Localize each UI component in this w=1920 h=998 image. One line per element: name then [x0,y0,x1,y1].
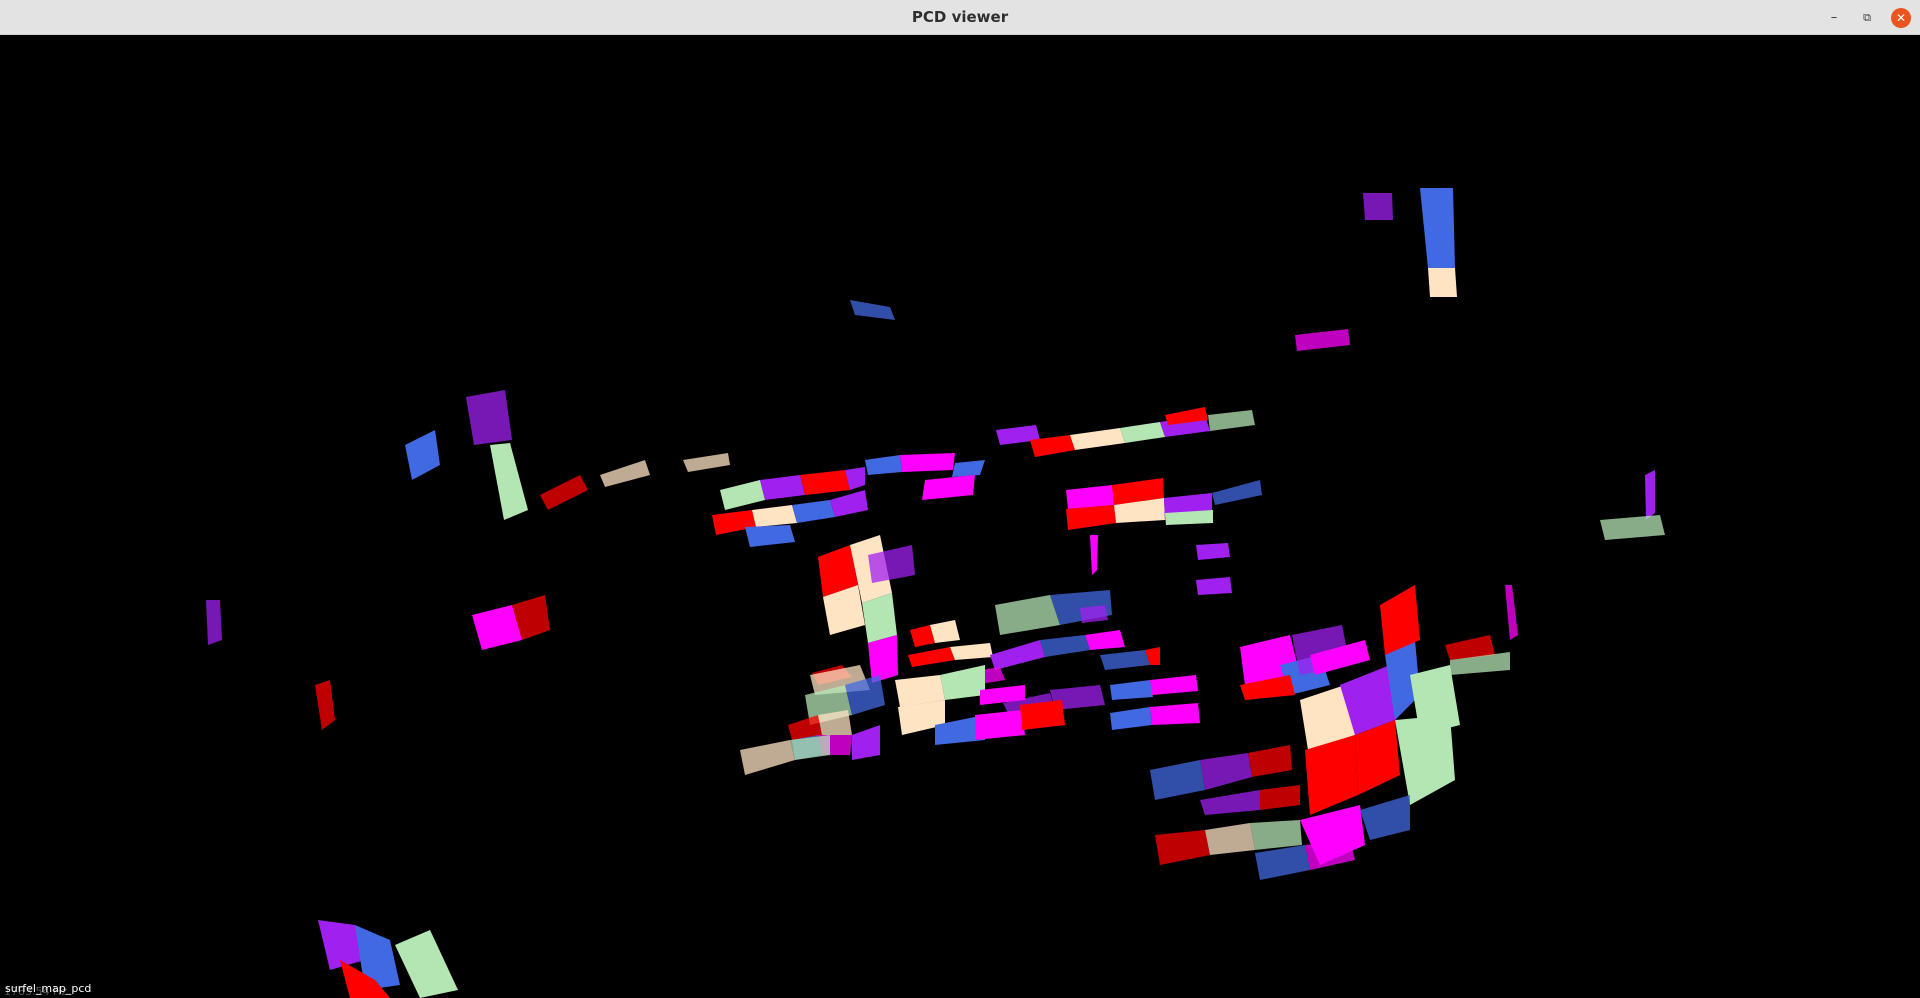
surfel-patch [1360,795,1410,840]
close-button[interactable]: ✕ [1891,8,1911,28]
surfel-patch [1250,820,1302,850]
surfel-patch [1295,329,1350,351]
surfel-patch [600,460,650,487]
surfel-patch [1150,675,1198,695]
surfel-patch [490,443,528,520]
surfel-patch [830,490,868,517]
surfel-patch [1505,585,1518,640]
surfel-patch [1120,422,1165,443]
surfel-patch [1066,505,1116,530]
surfel-patch [1208,410,1255,431]
surfel-patch [540,475,588,510]
point-cloud-render [206,188,1665,998]
surfel-patch [760,475,805,500]
surfel-patch [930,620,960,643]
surfel-patch [1100,650,1150,670]
surfel-patch [1645,470,1655,520]
surfel-patch [1196,543,1230,560]
surfel-patch [1080,605,1108,623]
surfel-patch [1600,515,1665,540]
surfel-patch [1395,715,1455,805]
surfel-patch [1020,700,1065,730]
surfel-patch [1040,635,1090,657]
surfel-patch [940,665,985,700]
surfel-patch [683,453,730,472]
surfel-patch [752,505,797,527]
surfel-patch [1196,577,1232,595]
surfel-patch [865,455,902,475]
minimize-button[interactable]: – [1824,8,1844,28]
surfel-patch [405,430,440,480]
window-titlebar[interactable]: PCD viewer – ⧉ ✕ [0,0,1920,35]
point-cloud-viewport[interactable]: 1783.54 Hz surfel_map_pcd [0,35,1920,998]
cloud-name-label: surfel_map_pcd [5,982,92,995]
surfel-patch [922,475,975,500]
surfel-patch [206,600,222,645]
surfel-patch [1085,630,1125,650]
surfel-patch [792,500,835,523]
surfel-patch [1260,785,1300,810]
maximize-button[interactable]: ⧉ [1857,8,1877,28]
surfel-patch [908,647,955,667]
surfel-patch [1420,188,1455,268]
surfel-patch [1428,268,1457,297]
surfel-patch [1090,535,1098,575]
surfel-patch [952,460,985,477]
surfel-patch [1150,760,1205,800]
surfel-patch [990,640,1045,670]
surfel-patch [1110,707,1152,730]
surfel-patch [1155,830,1210,865]
surfel-patch [995,595,1060,635]
surfel-patch [1200,753,1252,790]
surfel-patch [740,740,795,775]
surfel-patch [466,390,512,445]
surfel-patch [1150,703,1200,725]
surfel-patch [1248,745,1292,777]
surfel-patch [745,525,795,547]
surfel-patch [975,710,1025,740]
surfel-patch [1110,680,1153,700]
surfel-patch [395,930,458,998]
surfel-patch [1200,790,1260,815]
surfel-patch [1205,823,1255,855]
surfel-patch [720,480,765,510]
window-title: PCD viewer [911,8,1009,26]
surfel-patch [1066,485,1114,509]
surfel-patch [950,643,993,660]
surfel-patch [852,725,880,760]
surfel-patch [1305,840,1355,870]
surfel-patch [900,453,955,472]
surfel-patch [1070,428,1125,450]
surfel-patch [868,635,898,683]
surfel-patch [850,300,895,320]
surfel-patch [1363,193,1393,220]
surfel-patch [1212,480,1262,505]
surfel-patch [800,470,850,495]
surfel-patch [1255,845,1310,880]
surfel-patch [315,680,335,730]
